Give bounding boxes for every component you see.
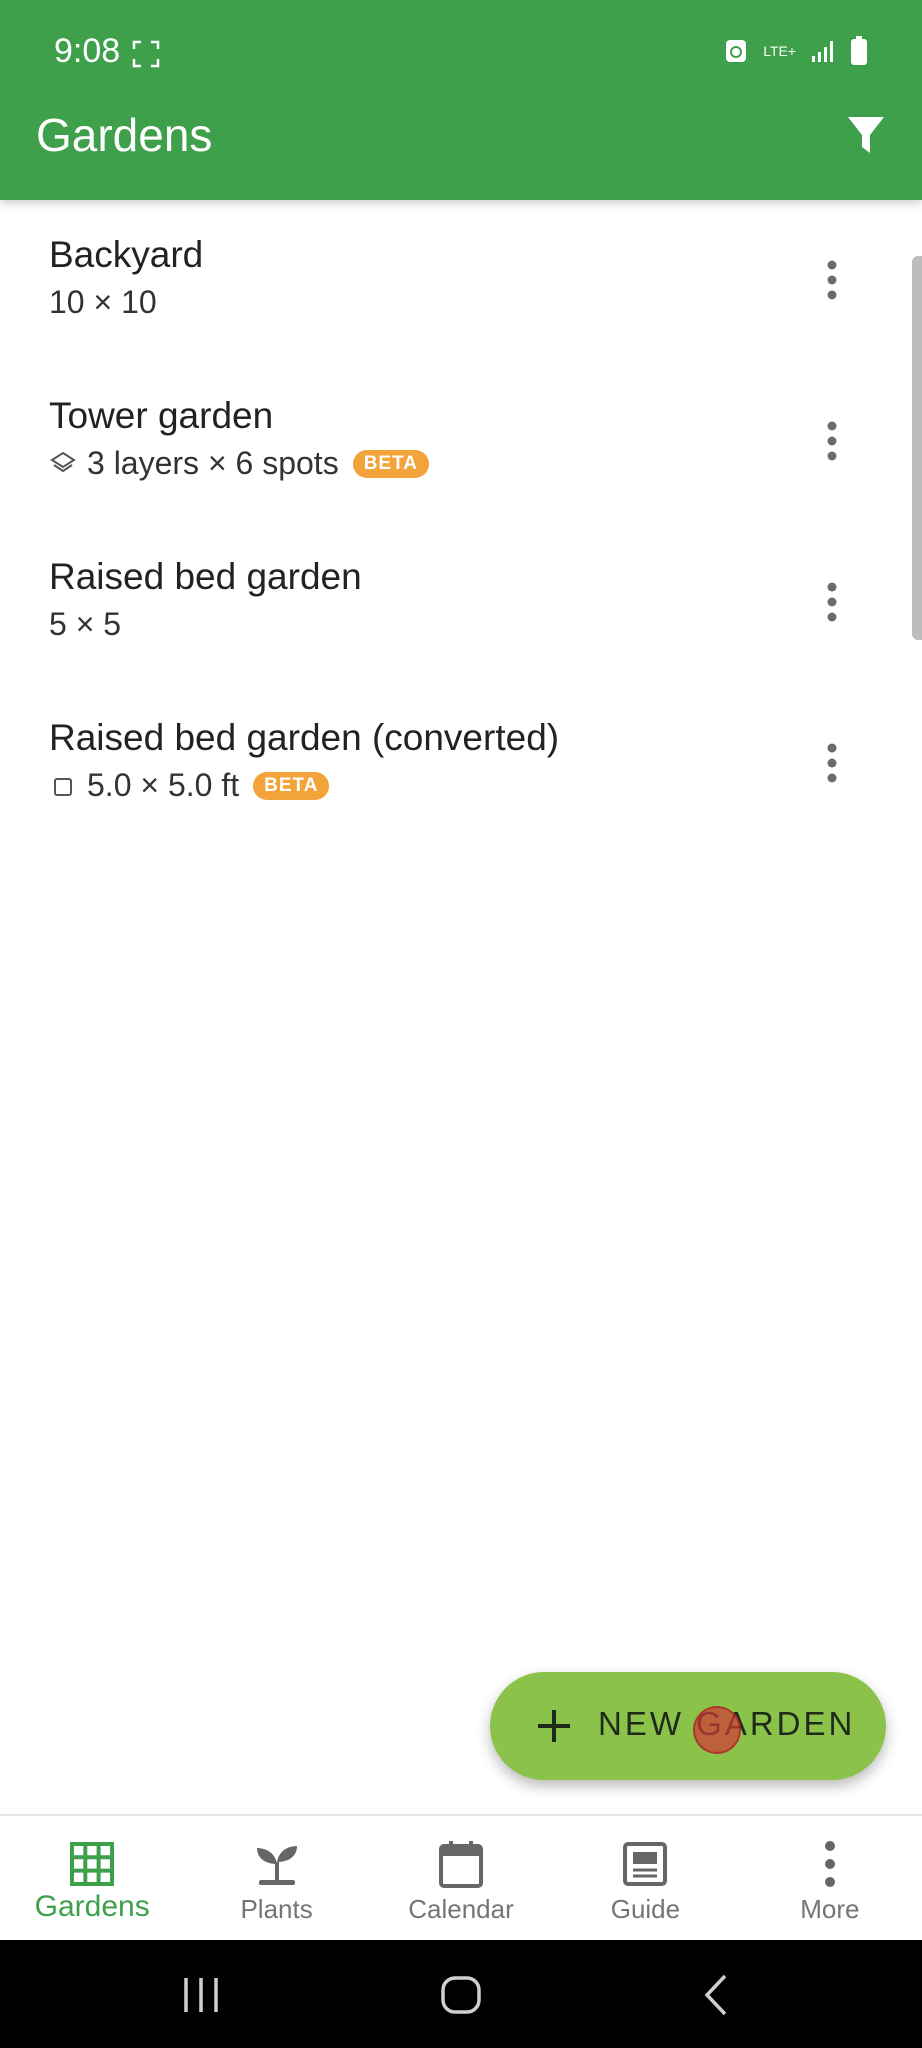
garden-options-button[interactable] xyxy=(820,260,844,300)
system-navigation-bar xyxy=(0,1940,922,2048)
network-type-label: LTE+ xyxy=(763,43,796,59)
garden-list-item[interactable]: Tower garden 3 layers × 6 spots BETA xyxy=(0,361,922,522)
more-vertical-icon xyxy=(827,582,837,622)
garden-name: Backyard xyxy=(49,234,204,275)
garden-list: Backyard 10 × 10 Tower garden 3 layers × xyxy=(0,200,922,844)
layers-icon xyxy=(50,451,76,472)
nav-item-plants[interactable]: Plants xyxy=(184,1816,368,1942)
bottom-navigation: Gardens Plants Calendar Guide More xyxy=(0,1814,922,1942)
nav-item-guide[interactable]: Guide xyxy=(553,1816,737,1942)
status-icons: LTE+ xyxy=(723,36,868,66)
data-saver-icon xyxy=(726,40,747,62)
filter-icon xyxy=(848,117,884,153)
garden-list-item[interactable]: Backyard 10 × 10 xyxy=(0,200,922,361)
status-time: 9:08 xyxy=(54,32,121,70)
nav-label: Plants xyxy=(240,1894,313,1924)
calendar-icon xyxy=(439,1841,484,1888)
app-bar: 9:08 LTE+ Gardens xyxy=(0,0,922,200)
battery-icon xyxy=(851,36,867,65)
touch-indicator xyxy=(693,1706,741,1754)
page-title: Gardens xyxy=(36,109,213,161)
garden-options-button[interactable] xyxy=(820,421,844,461)
back-icon[interactable] xyxy=(693,1970,743,2020)
nav-label: Calendar xyxy=(408,1894,514,1924)
garden-size: 5 × 5 xyxy=(49,606,122,642)
sprout-icon xyxy=(256,1846,297,1885)
more-vertical-icon xyxy=(824,1841,835,1887)
more-vertical-icon xyxy=(827,421,837,461)
filter-button[interactable] xyxy=(842,112,890,160)
nav-item-more[interactable]: More xyxy=(738,1816,922,1942)
plus-icon xyxy=(538,1710,570,1742)
nav-label: Gardens xyxy=(34,1890,150,1923)
guide-icon xyxy=(623,1842,668,1886)
garden-size: 10 × 10 xyxy=(49,284,157,320)
garden-detail-row: 10 × 10 xyxy=(49,284,157,321)
more-vertical-icon xyxy=(827,743,837,783)
nav-item-gardens[interactable]: Gardens xyxy=(0,1816,184,1942)
square-icon xyxy=(54,777,72,796)
nav-item-calendar[interactable]: Calendar xyxy=(369,1816,553,1942)
garden-detail-row: 5.0 × 5.0 ft BETA xyxy=(49,767,330,804)
garden-detail-row: 5 × 5 xyxy=(49,606,121,643)
garden-name: Raised bed garden xyxy=(49,556,362,597)
nav-label: More xyxy=(800,1894,860,1924)
nav-label: Guide xyxy=(610,1894,681,1924)
garden-name: Raised bed garden (converted) xyxy=(49,717,560,758)
scrollbar[interactable] xyxy=(912,256,922,640)
garden-size: 5.0 × 5.0 ft xyxy=(87,767,240,803)
signal-icon xyxy=(812,41,833,62)
garden-options-button[interactable] xyxy=(820,743,844,783)
screen-capture-icon xyxy=(132,40,160,68)
garden-options-button[interactable] xyxy=(820,582,844,622)
beta-badge: BETA xyxy=(352,449,429,478)
beta-badge: BETA xyxy=(253,771,330,800)
new-garden-button[interactable]: NEW GARDEN xyxy=(490,1672,886,1780)
screen: 9:08 LTE+ Gardens Backyard 10 × 10 Tower… xyxy=(0,0,922,2048)
grid-icon xyxy=(70,1842,115,1886)
recent-apps-icon[interactable] xyxy=(176,1970,226,2020)
garden-name: Tower garden xyxy=(49,395,274,436)
garden-list-item[interactable]: Raised bed garden 5 × 5 xyxy=(0,522,922,683)
garden-detail-row: 3 layers × 6 spots BETA xyxy=(49,445,429,482)
home-icon[interactable] xyxy=(436,1970,486,2020)
more-vertical-icon xyxy=(827,260,837,300)
garden-size: 3 layers × 6 spots xyxy=(87,445,339,481)
garden-list-item[interactable]: Raised bed garden (converted) 5.0 × 5.0 … xyxy=(0,683,922,844)
